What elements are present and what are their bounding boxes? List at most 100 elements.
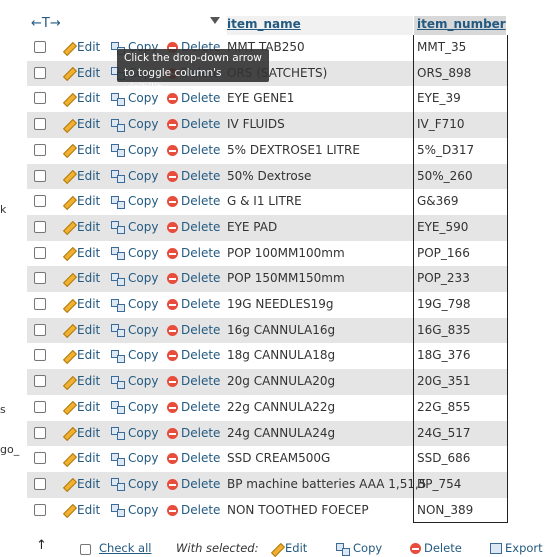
row-checkbox[interactable]: [34, 143, 46, 156]
row-checkbox[interactable]: [34, 375, 46, 388]
copy-button[interactable]: Copy: [111, 117, 158, 132]
copy-icon: [111, 427, 125, 440]
row-checkbox[interactable]: [34, 323, 46, 336]
delete-button[interactable]: Delete: [167, 477, 220, 491]
delete-button[interactable]: Delete: [167, 400, 220, 414]
pencil-icon: [62, 67, 74, 79]
delete-icon: [167, 376, 178, 388]
delete-icon: [410, 543, 421, 554]
edit-button[interactable]: Edit: [62, 451, 100, 465]
edit-button[interactable]: Edit: [62, 348, 100, 362]
delete-button[interactable]: Delete: [167, 374, 220, 388]
edit-button[interactable]: Edit: [62, 169, 100, 183]
item-number-cell: MMT_35: [417, 40, 467, 54]
footer-copy-button[interactable]: Copy: [336, 541, 382, 556]
edit-button[interactable]: Edit: [62, 246, 100, 260]
copy-button[interactable]: Copy: [111, 374, 158, 389]
copy-button[interactable]: Copy: [111, 143, 158, 158]
row-checkbox[interactable]: [34, 272, 46, 285]
delete-icon: [167, 119, 178, 131]
copy-button[interactable]: Copy: [111, 220, 158, 235]
copy-button[interactable]: Copy: [111, 169, 158, 183]
row-checkbox[interactable]: [34, 349, 46, 362]
footer-edit-button[interactable]: Edit: [270, 541, 307, 555]
delete-button[interactable]: Delete: [167, 169, 220, 183]
delete-button[interactable]: Delete: [167, 426, 220, 440]
edit-button[interactable]: Edit: [62, 374, 100, 388]
row-checkbox[interactable]: [34, 400, 46, 413]
copy-button[interactable]: Copy: [111, 477, 158, 492]
delete-icon: [167, 401, 178, 413]
copy-button[interactable]: Copy: [111, 451, 158, 466]
copy-icon: [111, 247, 125, 261]
item-number-cell: 20G_351: [417, 374, 471, 389]
column-arrows-icon[interactable]: ←T→: [31, 16, 61, 31]
delete-button[interactable]: Delete: [167, 220, 220, 234]
row-checkbox[interactable]: [34, 92, 46, 105]
copy-button[interactable]: Copy: [111, 348, 158, 363]
check-all-checkbox[interactable]: [80, 544, 91, 555]
table-row: Edit Copy Delete EYE PAD EYE_590: [27, 214, 507, 241]
footer-delete-button[interactable]: Delete: [410, 541, 462, 555]
delete-button[interactable]: Delete: [167, 271, 220, 285]
edit-button[interactable]: Edit: [62, 143, 100, 157]
edit-button[interactable]: Edit: [62, 297, 100, 311]
delete-icon: [167, 144, 178, 156]
delete-button[interactable]: Delete: [167, 194, 220, 208]
delete-button[interactable]: Delete: [167, 503, 220, 517]
copy-button[interactable]: Copy: [111, 323, 158, 338]
column-dropdown-arrow-icon[interactable]: [210, 17, 220, 24]
delete-button[interactable]: Delete: [167, 91, 220, 105]
item-name-cell: 50% Dextrose: [227, 168, 312, 183]
copy-button[interactable]: Copy: [111, 503, 158, 518]
row-checkbox[interactable]: [34, 246, 46, 259]
table-row: Edit Copy Delete BP machine batteries AAA 1…: [27, 471, 507, 498]
edit-button[interactable]: Edit: [62, 40, 100, 54]
edit-button[interactable]: Edit: [62, 323, 100, 337]
row-checkbox[interactable]: [34, 66, 46, 79]
footer-export-button[interactable]: Export: [490, 541, 543, 555]
row-checkbox[interactable]: [34, 477, 46, 490]
pencil-icon: [62, 273, 74, 285]
copy-button[interactable]: Copy: [111, 246, 158, 261]
row-checkbox[interactable]: [34, 169, 46, 182]
copy-button[interactable]: Copy: [111, 297, 158, 312]
row-checkbox[interactable]: [34, 118, 46, 131]
table-footer: ↑ Check all With selected: Edit Copy Del…: [0, 538, 553, 556]
delete-button[interactable]: Delete: [167, 348, 220, 362]
edit-button[interactable]: Edit: [62, 503, 100, 517]
copy-button[interactable]: Copy: [111, 194, 158, 209]
edit-button[interactable]: Edit: [62, 477, 100, 491]
row-checkbox[interactable]: [34, 41, 46, 53]
row-checkbox[interactable]: [34, 503, 46, 516]
row-checkbox[interactable]: [34, 298, 46, 310]
edit-button[interactable]: Edit: [62, 426, 100, 440]
delete-button[interactable]: Delete: [167, 323, 220, 337]
edit-button[interactable]: Edit: [62, 220, 100, 234]
delete-button[interactable]: Delete: [167, 143, 220, 157]
delete-button[interactable]: Delete: [167, 117, 220, 131]
table-row: Edit Copy Delete 5% DEXTROSE1 LITRE 5%_D317: [27, 137, 507, 164]
edit-button[interactable]: Edit: [62, 194, 100, 208]
copy-button[interactable]: Copy: [111, 426, 158, 440]
row-checkbox[interactable]: [34, 426, 46, 439]
item-number-cell: BP_754: [417, 476, 462, 491]
copy-button[interactable]: Copy: [111, 400, 158, 415]
edit-button[interactable]: Edit: [62, 117, 100, 131]
row-checkbox[interactable]: [34, 195, 46, 208]
edit-button[interactable]: Edit: [62, 91, 100, 105]
check-all-link[interactable]: Check all: [99, 541, 151, 555]
row-checkbox[interactable]: [34, 452, 46, 465]
row-checkbox[interactable]: [34, 220, 46, 233]
delete-button[interactable]: Delete: [167, 297, 220, 311]
edit-button[interactable]: Edit: [62, 271, 100, 285]
edit-button[interactable]: Edit: [62, 400, 100, 414]
delete-button[interactable]: Delete: [167, 246, 220, 260]
item-number-cell: IV_F710: [417, 117, 465, 132]
table-row: Edit Copy Delete 16g CANNULA16g 16G_835: [27, 317, 507, 344]
copy-button[interactable]: Copy: [111, 271, 158, 286]
delete-button[interactable]: Delete: [167, 451, 220, 465]
edit-button[interactable]: Edit: [62, 66, 100, 80]
pencil-icon: [62, 42, 74, 54]
pencil-icon: [62, 427, 74, 439]
